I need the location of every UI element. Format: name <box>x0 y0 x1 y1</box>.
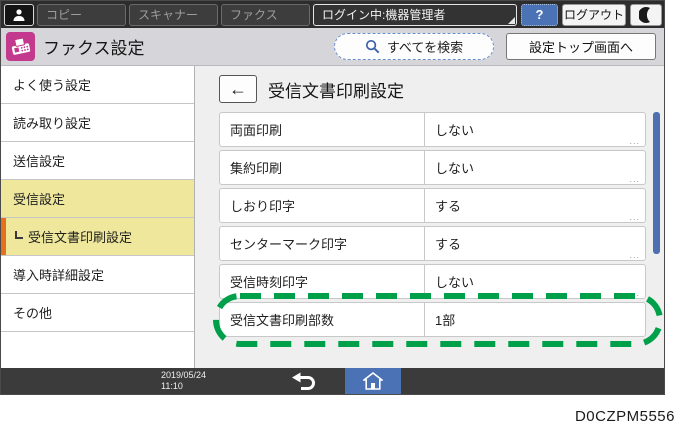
login-status-button[interactable]: ログイン中:機器管理者 <box>313 3 517 26</box>
figure-id-caption: D0CZPM5556 <box>574 408 675 425</box>
more-indicator: ... <box>629 212 640 222</box>
sidebar-item-received-doc-print-settings[interactable]: 受信文書印刷設定 <box>1 218 194 256</box>
submenu-branch-icon <box>15 230 23 239</box>
setting-value: する <box>424 189 645 222</box>
setting-label: 受信文書印刷部数 <box>230 313 335 328</box>
help-button[interactable]: ? <box>521 3 558 26</box>
back-arrow-icon <box>292 372 315 390</box>
time-label: 11:10 <box>161 381 183 391</box>
setting-value: しない <box>424 151 645 184</box>
sidebar-item-install-detail-settings[interactable]: 導入時詳細設定 <box>1 256 194 294</box>
energy-saver-button[interactable] <box>630 3 662 26</box>
logout-button[interactable]: ログアウト <box>562 3 626 26</box>
search-label: すべてを検索 <box>386 40 464 55</box>
setting-value: 1部 <box>424 303 645 336</box>
setting-value: しない <box>424 265 645 298</box>
more-indicator: ... <box>629 250 640 260</box>
tab-fax[interactable]: ファクス <box>221 3 310 26</box>
more-indicator: ... <box>629 174 640 184</box>
sidebar: よく使う設定 読み取り設定 送信設定 受信設定 受信文書印刷設定 導入時詳細設定… <box>1 66 195 368</box>
tab-copy[interactable]: コピー <box>37 3 126 26</box>
sidebar-item-send-settings[interactable]: 送信設定 <box>1 142 194 180</box>
search-all-button[interactable]: すべてを検索 <box>334 33 494 60</box>
settings-list: 両面印刷 しない ... 集約印刷 しない ... しおり印字 する ... セ… <box>219 112 646 337</box>
search-icon <box>365 39 380 54</box>
nav-back-button[interactable] <box>289 371 319 391</box>
setting-row-duplex-print[interactable]: 両面印刷 しない ... <box>219 112 646 147</box>
page-title: ファクス設定 <box>43 39 145 58</box>
setting-label: センターマーク印字 <box>230 237 348 252</box>
main-title: 受信文書印刷設定 <box>268 81 404 101</box>
bottom-bar: 2019/05/24 11:10 <box>1 368 664 394</box>
setting-label: 受信時刻印字 <box>230 275 309 290</box>
content-area: よく使う設定 読み取り設定 送信設定 受信設定 受信文書印刷設定 導入時詳細設定… <box>1 66 664 368</box>
sidebar-item-reception-settings[interactable]: 受信設定 <box>1 180 194 218</box>
setting-value: しない <box>424 113 645 146</box>
setting-row-received-doc-print-copies[interactable]: 受信文書印刷部数 1部 <box>219 302 646 337</box>
user-icon <box>13 8 25 21</box>
setting-row-combine-print[interactable]: 集約印刷 しない ... <box>219 150 646 185</box>
more-indicator: ... <box>629 288 640 298</box>
login-status-label: ログイン中:機器管理者 <box>322 7 446 22</box>
sidebar-item-scan-settings[interactable]: 読み取り設定 <box>1 104 194 142</box>
setting-label: 両面印刷 <box>230 123 283 138</box>
sidebar-item-label: 受信文書印刷設定 <box>28 230 133 245</box>
home-icon <box>363 372 383 390</box>
sidebar-item-others[interactable]: その他 <box>1 294 194 332</box>
setting-row-bookmark-print[interactable]: しおり印字 する ... <box>219 188 646 223</box>
datetime-display: 2019/05/24 11:10 <box>161 370 206 392</box>
title-bar: ファクス設定 すべてを検索 設定トップ画面へ <box>1 28 664 66</box>
scrollbar[interactable] <box>653 112 660 254</box>
more-indicator: ... <box>629 136 640 146</box>
tab-scanner[interactable]: スキャナー <box>129 3 218 26</box>
home-button[interactable] <box>345 368 401 394</box>
user-button[interactable] <box>4 3 34 26</box>
moon-icon <box>639 6 650 23</box>
device-screen: コピー スキャナー ファクス ログイン中:機器管理者 ? ログアウト ファクス設… <box>0 0 665 395</box>
setting-value: する <box>424 227 645 260</box>
sidebar-item-frequent-settings[interactable]: よく使う設定 <box>1 66 194 104</box>
fax-machine-icon <box>11 37 31 55</box>
main-panel: ← 受信文書印刷設定 両面印刷 しない ... 集約印刷 しない ... しおり… <box>195 66 664 368</box>
setting-row-reception-time-print[interactable]: 受信時刻印字 しない ... <box>219 264 646 299</box>
back-button[interactable]: ← <box>219 75 257 103</box>
setting-label: 集約印刷 <box>230 161 283 176</box>
date-label: 2019/05/24 <box>161 370 207 380</box>
setting-row-center-mark-print[interactable]: センターマーク印字 する ... <box>219 226 646 261</box>
top-bar: コピー スキャナー ファクス ログイン中:機器管理者 ? ログアウト <box>1 1 664 28</box>
main-header: ← 受信文書印刷設定 <box>219 75 648 103</box>
settings-top-button[interactable]: 設定トップ画面へ <box>506 33 656 60</box>
fax-settings-icon <box>6 32 35 61</box>
corner-triangle-icon <box>508 16 515 24</box>
setting-label: しおり印字 <box>230 199 296 214</box>
